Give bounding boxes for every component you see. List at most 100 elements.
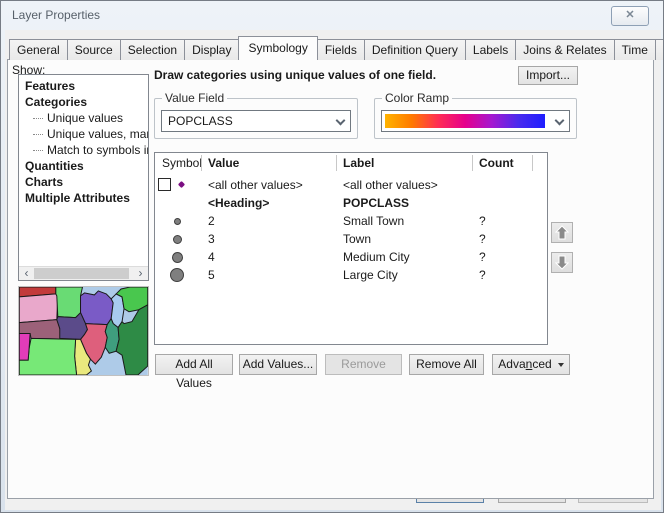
table-row-small-town[interactable]: 2 Small Town ? — [155, 212, 547, 230]
layer-properties-dialog: Layer Properties ✕ General Source Select… — [0, 0, 664, 513]
column-divider — [472, 155, 473, 171]
unique-values-table: Symbol Value Label Count <all other valu… — [154, 152, 548, 345]
color-ramp-gradient — [385, 114, 545, 128]
symbol-cell[interactable] — [155, 212, 201, 230]
tree-item-match-symbols[interactable]: Match to symbols in a — [19, 142, 148, 158]
all-other-values-checkbox[interactable] — [158, 178, 171, 191]
tab-labels[interactable]: Labels — [465, 39, 516, 60]
add-all-values-button[interactable]: Add All Values — [155, 354, 233, 375]
color-ramp-group: Color Ramp — [374, 98, 577, 139]
advanced-label: ced — [532, 357, 551, 371]
table-row-town[interactable]: 3 Town ? — [155, 230, 547, 248]
value-cell: <all other values> — [208, 178, 303, 192]
tree-branch-line — [33, 118, 43, 119]
down-arrow-icon — [555, 255, 569, 270]
advanced-label: Adva — [498, 357, 525, 371]
graduated-circle-symbol — [170, 268, 184, 282]
tree-item-unique-values[interactable]: Unique values — [19, 110, 148, 126]
tree-item-categories[interactable]: Categories — [19, 94, 148, 110]
show-tree: Features Categories Unique values Unique… — [18, 74, 149, 281]
column-header-count[interactable]: Count — [479, 156, 514, 170]
count-cell: ? — [479, 250, 486, 264]
up-arrow-icon — [555, 225, 569, 240]
tree-item-charts[interactable]: Charts — [19, 174, 148, 190]
tree-item-label: Match to symbols in a — [47, 143, 148, 157]
move-down-button[interactable] — [551, 252, 573, 273]
tab-time[interactable]: Time — [614, 39, 656, 60]
import-button[interactable]: Import... — [518, 66, 578, 85]
tree-item-label: Unique values, many — [47, 127, 148, 141]
remove-all-button[interactable]: Remove All — [409, 354, 484, 375]
tree-item-unique-values-many[interactable]: Unique values, many — [19, 126, 148, 142]
value-field-combobox[interactable]: POPCLASS — [161, 110, 351, 132]
map-preview-thumbnail — [18, 286, 149, 376]
column-divider — [532, 155, 533, 171]
window-title: Layer Properties — [12, 8, 100, 22]
value-field-group: Value Field POPCLASS — [154, 98, 358, 139]
label-cell: Small Town — [343, 214, 404, 228]
value-cell: 4 — [208, 250, 215, 264]
value-cell: <Heading> — [208, 196, 269, 210]
method-description: Draw categories using unique values of o… — [154, 68, 436, 82]
column-header-value[interactable]: Value — [208, 156, 239, 170]
tab-display[interactable]: Display — [184, 39, 239, 60]
tree-item-multiple-attributes[interactable]: Multiple Attributes — [19, 190, 148, 206]
tab-general[interactable]: General — [9, 39, 68, 60]
close-button[interactable]: ✕ — [611, 6, 649, 26]
table-row-all-other-values[interactable]: <all other values> <all other values> — [155, 176, 547, 194]
dropdown-arrow-icon — [558, 363, 564, 367]
map-preview-svg — [19, 287, 148, 375]
graduated-circle-symbol — [172, 252, 183, 263]
value-cell: 3 — [208, 232, 215, 246]
symbol-cell[interactable] — [155, 248, 201, 266]
tab-source[interactable]: Source — [67, 39, 121, 60]
symbol-cell[interactable] — [155, 230, 201, 248]
count-cell: ? — [479, 268, 486, 282]
tab-html-popup[interactable]: HTML Popup — [655, 39, 664, 60]
symbol-cell[interactable] — [155, 176, 201, 194]
chevron-down-icon[interactable] — [556, 119, 565, 128]
value-cell: 5 — [208, 268, 215, 282]
tree-item-quantities[interactable]: Quantities — [19, 158, 148, 174]
table-row-large-city[interactable]: 5 Large City ? — [155, 266, 547, 284]
tab-fields[interactable]: Fields — [317, 39, 365, 60]
remove-button: Remove — [325, 354, 402, 375]
symbol-cell[interactable] — [155, 266, 201, 284]
label-cell: Large City — [343, 268, 398, 282]
column-header-symbol[interactable]: Symbol — [162, 156, 202, 170]
label-cell: <all other values> — [343, 178, 438, 192]
tree-horizontal-scrollbar[interactable]: ‹ › — [19, 266, 148, 280]
value-cell: 2 — [208, 214, 215, 228]
tree-branch-line — [33, 134, 43, 135]
add-values-button[interactable]: Add Values... — [239, 354, 317, 375]
graduated-circle-symbol — [173, 235, 182, 244]
close-icon: ✕ — [625, 9, 634, 21]
title-bar[interactable]: Layer Properties ✕ — [1, 1, 663, 30]
chevron-down-icon[interactable] — [337, 119, 346, 128]
column-header-label[interactable]: Label — [343, 156, 374, 170]
scrollbar-thumb[interactable] — [34, 268, 129, 279]
all-other-values-symbol-dot — [178, 181, 185, 188]
tab-joins-relates[interactable]: Joins & Relates — [515, 39, 614, 60]
tab-symbology[interactable]: Symbology — [238, 36, 317, 60]
count-cell: ? — [479, 214, 486, 228]
table-header: Symbol Value Label Count — [155, 153, 547, 174]
advanced-button[interactable]: Advanced — [492, 354, 570, 375]
tab-selection[interactable]: Selection — [120, 39, 185, 60]
move-up-button[interactable] — [551, 222, 573, 243]
color-ramp-combobox[interactable] — [381, 110, 570, 132]
graduated-circle-symbol — [174, 218, 181, 225]
symbology-tab-page: Show: Features Categories Unique values … — [7, 59, 654, 499]
scroll-left-icon[interactable]: ‹ — [19, 267, 34, 280]
dialog-content: General Source Selection Display Symbolo… — [5, 30, 661, 510]
tree-item-features[interactable]: Features — [19, 78, 148, 94]
tab-definition-query[interactable]: Definition Query — [364, 39, 466, 60]
tree-branch-line — [33, 150, 43, 151]
column-divider — [201, 155, 202, 171]
count-cell: ? — [479, 232, 486, 246]
tab-bar: General Source Selection Display Symbolo… — [9, 36, 664, 60]
table-row-medium-city[interactable]: 4 Medium City ? — [155, 248, 547, 266]
label-cell: Town — [343, 232, 371, 246]
scroll-right-icon[interactable]: › — [133, 267, 148, 280]
table-row-heading[interactable]: <Heading> POPCLASS — [155, 194, 547, 212]
